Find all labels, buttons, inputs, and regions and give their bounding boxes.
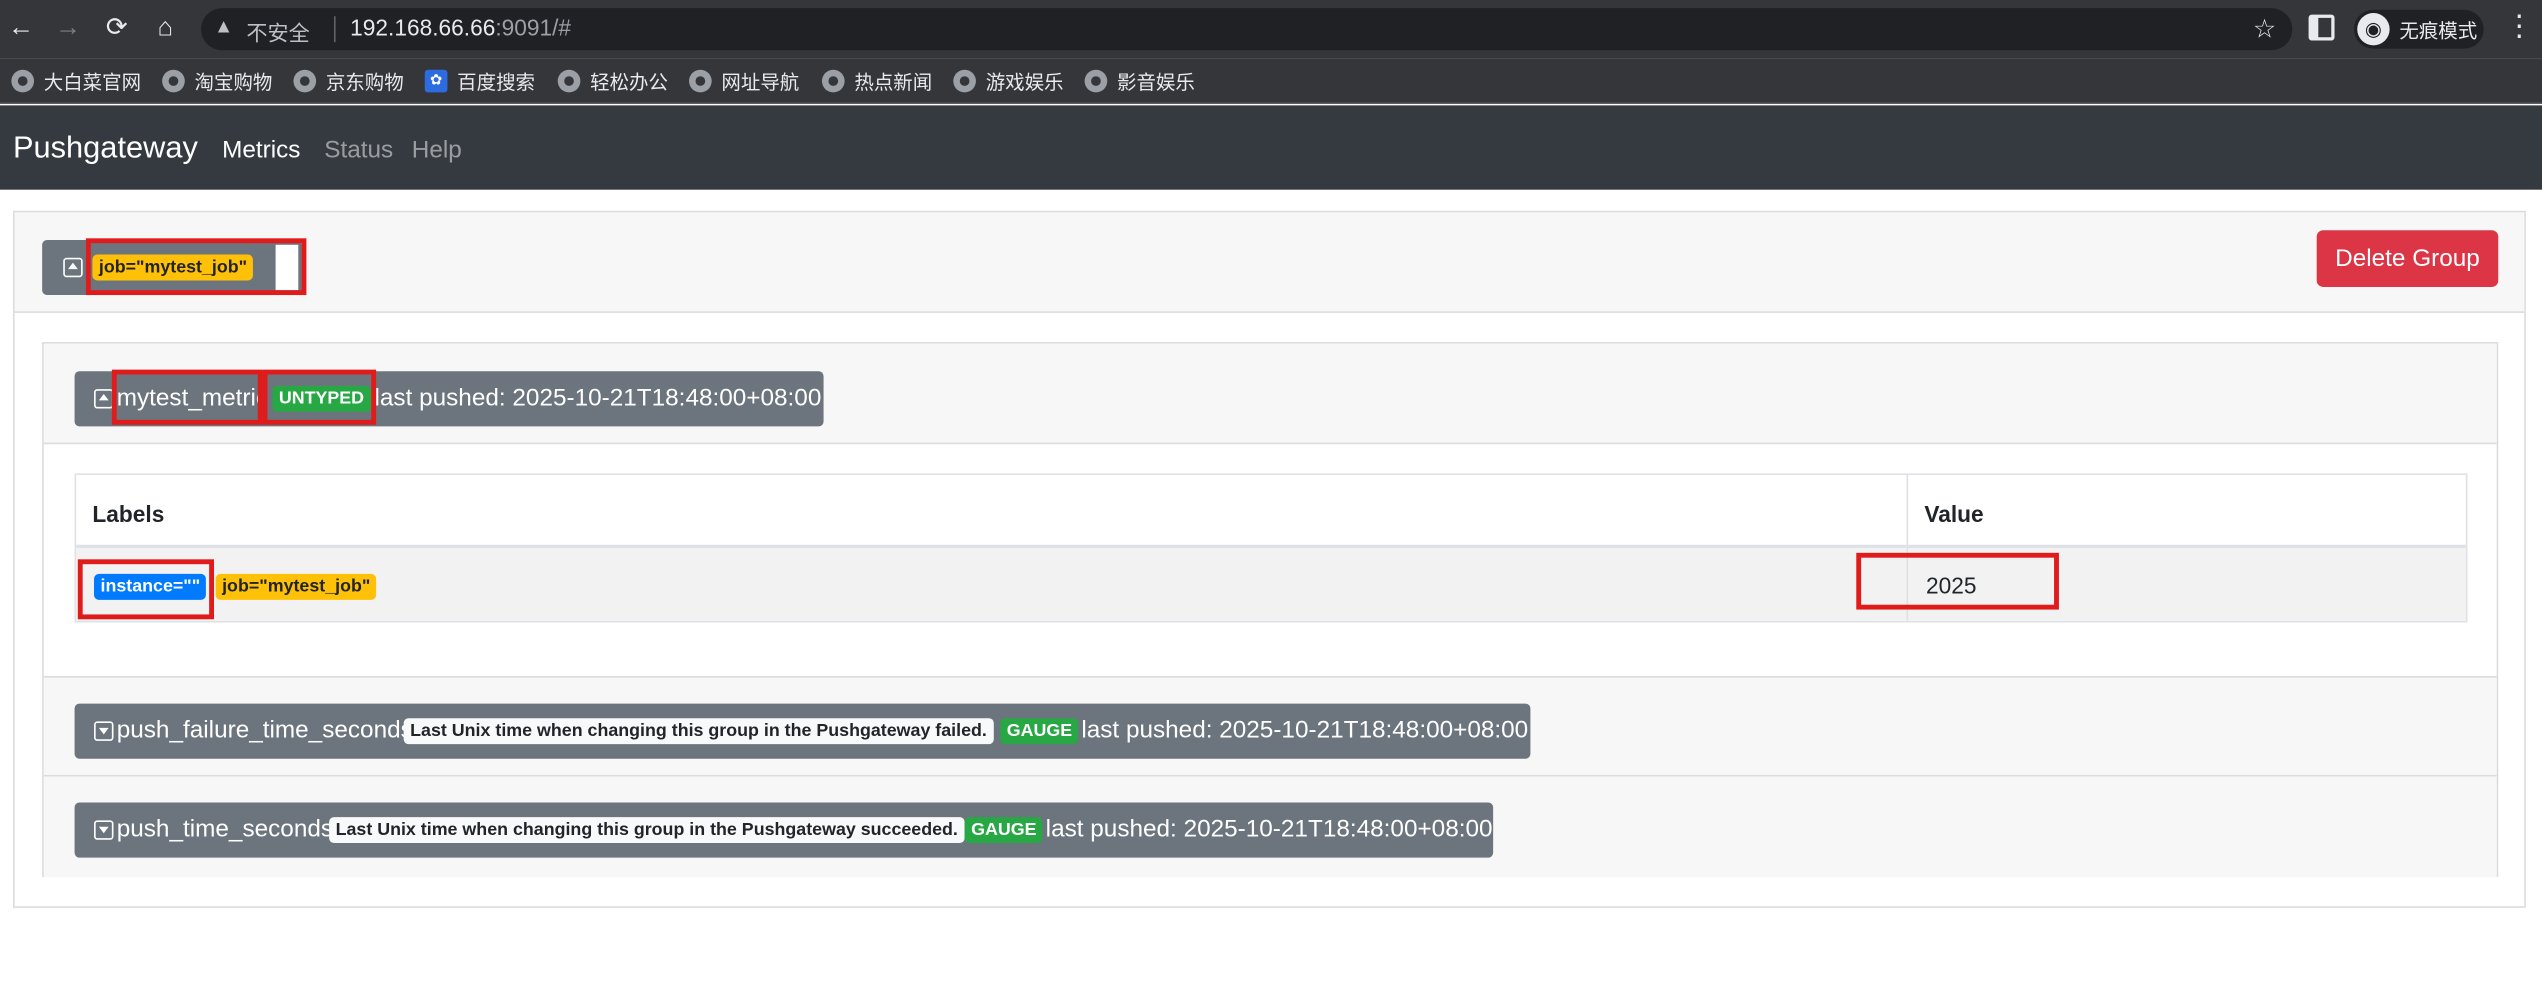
- globe-icon: [953, 69, 976, 93]
- insecure-label[interactable]: 不安全: [246, 16, 309, 47]
- collapse-icon: [63, 257, 83, 278]
- group-card-header: job="mytest_job" Delete Group: [14, 212, 2525, 313]
- globe-icon: [821, 69, 845, 93]
- side-panel-icon[interactable]: [2308, 14, 2335, 41]
- highlight-box: [111, 369, 263, 425]
- url-path: :9091/#: [495, 14, 572, 41]
- metrics-card: mytest_metric UNTYPED last pushed: 2025-…: [42, 342, 2499, 878]
- delete-group-button[interactable]: Delete Group: [2316, 230, 2499, 287]
- globe-icon: [1084, 69, 1108, 93]
- last-pushed-text: last pushed: 2025-10-21T18:48:00+08:00: [1045, 815, 1493, 844]
- metric-header: mytest_metric UNTYPED last pushed: 2025-…: [43, 343, 2497, 445]
- metric-name: push_failure_time_seconds: [116, 716, 413, 745]
- table-row: instance="" job="mytest_job" 2025: [76, 547, 2466, 621]
- home-icon[interactable]: ⌂: [149, 13, 181, 45]
- bookmark-label: 百度搜索: [457, 70, 536, 94]
- highlight-box: [85, 238, 307, 296]
- metric-help-badge: Last Unix time when changing this group …: [403, 718, 994, 745]
- metric-header: push_time_seconds Last Unix time when ch…: [43, 776, 2497, 878]
- reload-icon[interactable]: ⟳: [101, 13, 133, 45]
- incognito-label: 无痕模式: [2399, 19, 2478, 43]
- incognito-icon: ◉: [2357, 12, 2390, 46]
- globe-icon: [162, 69, 185, 93]
- bookmark-label: 京东购物: [325, 70, 404, 94]
- expand-icon: [94, 721, 114, 741]
- last-pushed-text: last pushed: 2025-10-21T18:48:00+08:00: [1081, 716, 1529, 745]
- highlight-box: [77, 559, 214, 620]
- bookmark-label: 影音娱乐: [1117, 70, 1195, 94]
- highlight-box: [1856, 552, 2059, 610]
- incognito-indicator[interactable]: ◉ 无痕模式: [2353, 9, 2484, 49]
- nav-link-status[interactable]: Status: [324, 136, 393, 164]
- highlight-box: [262, 369, 377, 425]
- back-icon[interactable]: ←: [5, 13, 37, 45]
- globe-icon: [293, 69, 317, 93]
- last-pushed-text: last pushed: 2025-10-21T18:48:00+08:00: [374, 384, 822, 412]
- globe-icon: [11, 69, 35, 93]
- address-divider: [333, 16, 336, 43]
- bookmark-item[interactable]: 京东购物: [293, 65, 404, 97]
- metric-toggle-button[interactable]: push_time_seconds Last Unix time when ch…: [74, 802, 1494, 858]
- bookmark-item[interactable]: 网址导航: [689, 65, 799, 97]
- app-navbar: Pushgateway Metrics Status Help: [0, 105, 2542, 190]
- warning-icon[interactable]: ▲: [214, 15, 233, 38]
- bookmark-item[interactable]: 热点新闻: [821, 65, 933, 97]
- url-text[interactable]: 192.168.66.66:9091/#: [350, 15, 571, 41]
- metric-table: Labels Value instance="" job="mytest_job…: [74, 473, 2468, 623]
- group-card: job="mytest_job" Delete Group mytest_met…: [12, 210, 2526, 908]
- collapse-icon: [94, 389, 114, 409]
- url-host: 192.168.66.66: [350, 14, 496, 41]
- bookmark-label: 淘宝购物: [194, 70, 273, 94]
- bookmark-item[interactable]: 轻松办公: [557, 65, 668, 97]
- bookmark-item[interactable]: 大白菜官网: [11, 65, 141, 97]
- nav-link-metrics[interactable]: Metrics: [222, 136, 300, 164]
- bookmark-label: 大白菜官网: [43, 70, 142, 94]
- metric-header: push_failure_time_seconds Last Unix time…: [43, 676, 2497, 777]
- metric-name: push_time_seconds: [116, 815, 334, 844]
- brand-link[interactable]: Pushgateway: [13, 131, 198, 167]
- bookmark-label: 游戏娱乐: [985, 70, 1064, 94]
- bookmark-label: 网址导航: [721, 70, 800, 94]
- bookmark-label: 热点新闻: [854, 70, 933, 94]
- column-header-value: Value: [1908, 475, 2466, 548]
- metric-help-badge: Last Unix time when changing this group …: [329, 817, 965, 844]
- bookmark-item[interactable]: ✿ 百度搜索: [424, 65, 536, 97]
- globe-icon: [689, 69, 712, 93]
- column-header-labels: Labels: [76, 475, 1907, 548]
- bookmark-star-icon[interactable]: ☆: [2253, 13, 2276, 45]
- globe-icon: [557, 69, 581, 93]
- browser-menu-icon[interactable]: ⋮: [2505, 10, 2534, 44]
- bookmarks-bar: 大白菜官网 淘宝购物 京东购物 ✿ 百度搜索 轻松办公 网址导航 热点新闻 游戏娱…: [0, 58, 2542, 104]
- metric-toggle-button[interactable]: push_failure_time_seconds Last Unix time…: [74, 703, 1531, 759]
- forward-icon[interactable]: →: [52, 13, 84, 45]
- bookmark-item[interactable]: 淘宝购物: [162, 65, 272, 97]
- browser-toolbar: ← → ⟳ ⌂ ▲ 不安全 192.168.66.66:9091/# ☆ ◉ 无…: [0, 0, 2542, 59]
- metric-type-badge: GAUGE: [964, 817, 1043, 844]
- nav-link-help[interactable]: Help: [412, 136, 462, 164]
- label-badge-job: job="mytest_job": [215, 573, 377, 600]
- address-bar[interactable]: ▲ 不安全 192.168.66.66:9091/# ☆: [201, 8, 2293, 51]
- baidu-paw-icon: ✿: [424, 69, 448, 93]
- bookmark-item[interactable]: 游戏娱乐: [953, 65, 1064, 97]
- bookmark-item[interactable]: 影音娱乐: [1084, 65, 1195, 97]
- expand-icon: [94, 820, 114, 840]
- bookmark-label: 轻松办公: [590, 70, 668, 94]
- metric-type-badge: GAUGE: [1000, 718, 1079, 745]
